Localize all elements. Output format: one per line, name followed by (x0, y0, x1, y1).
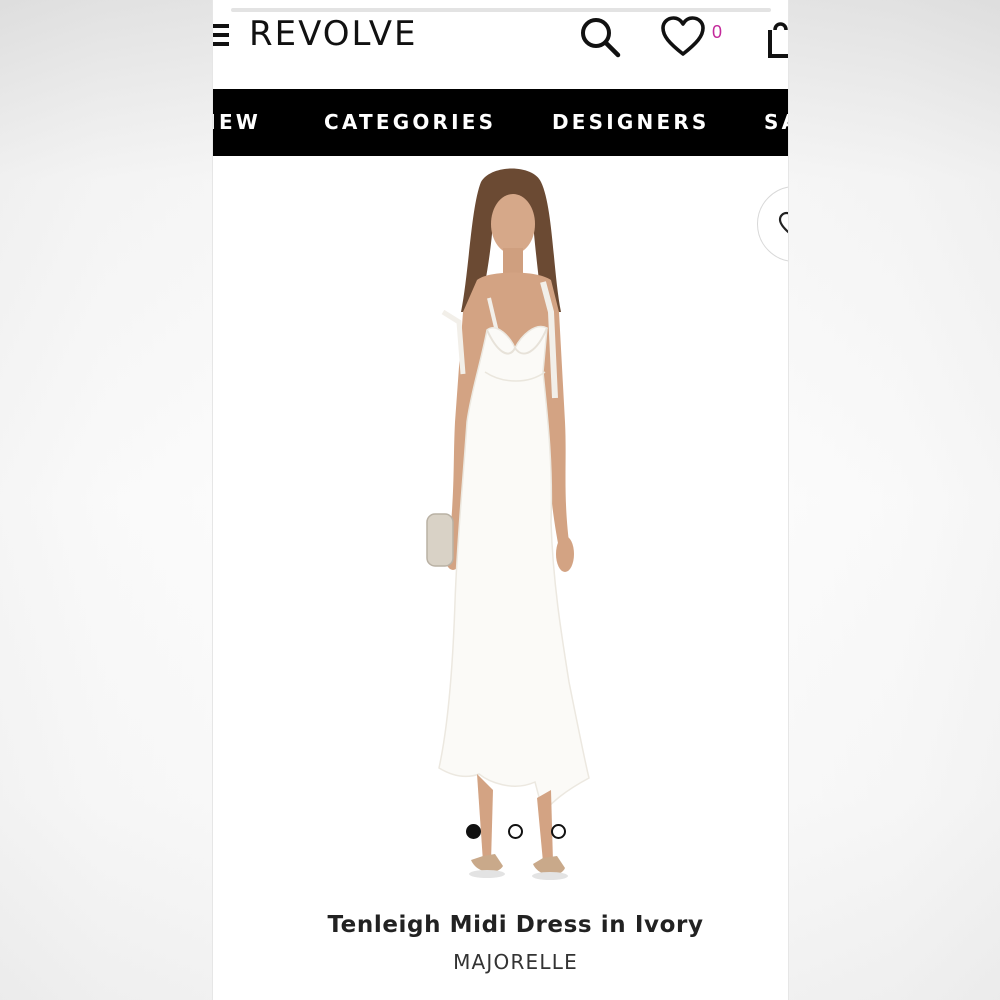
product-photo (426, 168, 590, 880)
category-nav: NEW CATEGORIES DESIGNERS SALE (213, 89, 788, 156)
background-right (788, 0, 1000, 1000)
nav-categories[interactable]: CATEGORIES (324, 110, 496, 134)
header: REVOLVE 0 (213, 0, 788, 88)
carousel-dots (466, 824, 576, 840)
nav-designers[interactable]: DESIGNERS (552, 110, 710, 134)
save-to-wishlist-button[interactable] (757, 186, 788, 262)
carousel-dot[interactable] (466, 824, 481, 839)
product-title[interactable]: Tenleigh Midi Dress in Ivory (213, 912, 788, 938)
mobile-screen: REVOLVE 0 NEW CATEGORIES DESIGNERS SALE (213, 0, 788, 1000)
site-logo[interactable]: REVOLVE (249, 14, 417, 54)
heart-icon[interactable] (659, 14, 707, 60)
product-image-carousel[interactable] (213, 156, 788, 896)
menu-icon[interactable] (213, 24, 229, 46)
status-divider (231, 8, 771, 12)
search-icon[interactable] (577, 14, 623, 60)
nav-new[interactable]: NEW (213, 110, 261, 134)
wishlist-count: 0 (712, 22, 723, 42)
product-brand[interactable]: MAJORELLE (213, 950, 788, 974)
heart-icon (778, 211, 788, 234)
nav-sale[interactable]: SALE (764, 110, 788, 134)
carousel-dot[interactable] (551, 824, 566, 839)
shopping-bag-icon[interactable] (766, 16, 788, 58)
carousel-dot[interactable] (508, 824, 523, 839)
background-left (0, 0, 212, 1000)
